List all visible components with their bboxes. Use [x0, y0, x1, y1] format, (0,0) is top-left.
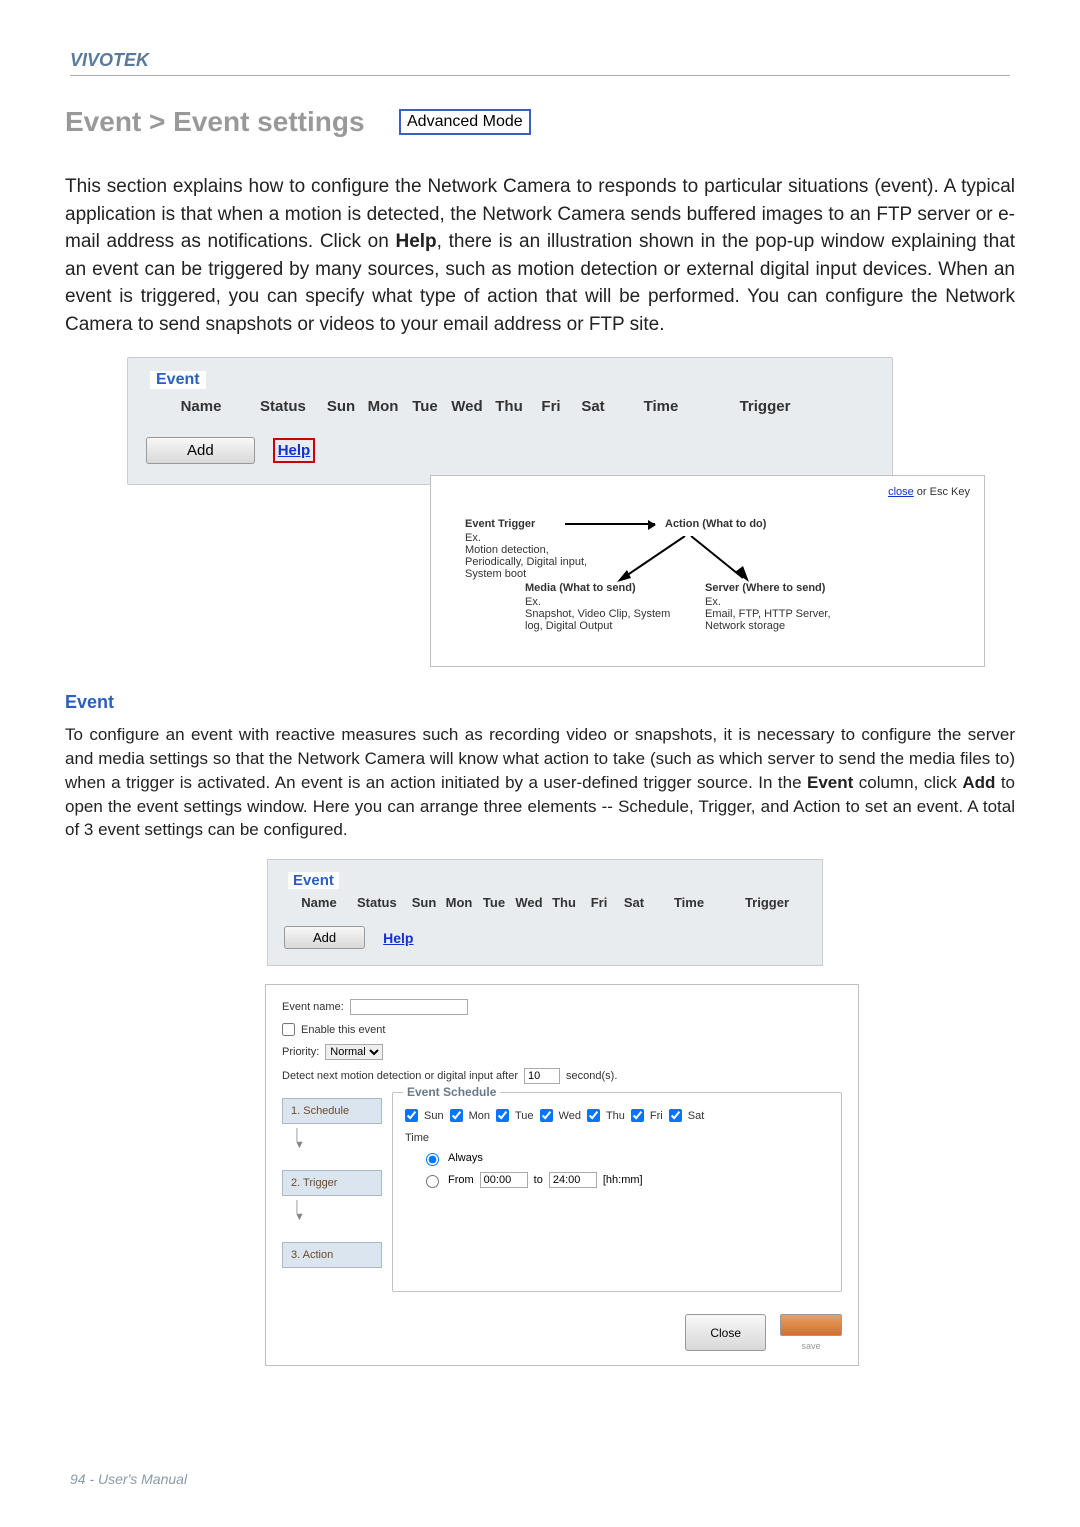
save-button[interactable] [780, 1314, 842, 1336]
step-arrow-down-icon: │▼ [294, 1202, 382, 1222]
event-panel-sm-title: Event [288, 872, 339, 889]
hhmm-hint: [hh:mm] [603, 1174, 643, 1186]
save-caption: save [780, 1341, 842, 1351]
event-schedule-title: Event Schedule [403, 1085, 500, 1099]
action-title: Action (What to do) [665, 518, 766, 530]
event-panel-small: Event Name Status Sun Mon Tue Wed Thu Fr… [267, 859, 823, 966]
help-link[interactable]: Help [273, 438, 316, 463]
event-table-header: Name Status Sun Mon Tue Wed Thu Fri Sat … [146, 398, 874, 415]
help-popup: close or Esc Key Event Trigger Ex. Motio… [430, 475, 985, 667]
time-label: Time [405, 1132, 829, 1144]
add-button-sm[interactable]: Add [284, 926, 365, 949]
day-sat-checkbox[interactable] [669, 1109, 682, 1122]
priority-select[interactable]: Normal [325, 1044, 383, 1060]
media-title: Media (What to send) [525, 582, 675, 594]
step-schedule-box[interactable]: 1. Schedule [282, 1098, 382, 1124]
day-thu-checkbox[interactable] [587, 1109, 600, 1122]
always-label: Always [448, 1152, 483, 1164]
step-action-box[interactable]: 3. Action [282, 1242, 382, 1268]
help-word: Help [395, 231, 436, 252]
help-link-sm[interactable]: Help [383, 930, 413, 946]
footer-page-number: 94 - User's Manual [70, 1471, 187, 1487]
arrow-icon [565, 523, 655, 525]
header-divider [70, 75, 1010, 76]
close-button[interactable]: Close [685, 1314, 766, 1351]
step-trigger-box[interactable]: 2. Trigger [282, 1170, 382, 1196]
diagonal-arrows-icon [617, 536, 757, 586]
event-name-input[interactable] [350, 999, 468, 1015]
add-button[interactable]: Add [146, 437, 255, 464]
event-schedule-box: Event Schedule Sun Mon Tue Wed Thu Fri S… [392, 1092, 842, 1292]
detect-label-b: second(s). [566, 1070, 617, 1082]
event-panel-title: Event [150, 371, 206, 389]
event-name-label: Event name: [282, 1001, 344, 1013]
from-label: From [448, 1174, 474, 1186]
event-body-paragraph: To configure an event with reactive meas… [65, 723, 1015, 842]
enable-event-checkbox[interactable] [282, 1023, 295, 1036]
detect-seconds-input[interactable] [524, 1068, 560, 1084]
from-time-input[interactable] [480, 1172, 528, 1188]
always-radio[interactable] [426, 1153, 439, 1166]
day-mon-checkbox[interactable] [450, 1109, 463, 1122]
detect-label-a: Detect next motion detection or digital … [282, 1070, 518, 1082]
enable-event-label: Enable this event [301, 1024, 385, 1036]
step-arrow-down-icon: │▼ [294, 1130, 382, 1150]
event-subheading: Event [65, 692, 1015, 713]
to-time-input[interactable] [549, 1172, 597, 1188]
day-fri-checkbox[interactable] [631, 1109, 644, 1122]
to-label: to [534, 1174, 543, 1186]
brand: VIVOTEK [70, 50, 1010, 71]
from-radio[interactable] [426, 1175, 439, 1188]
section-title: Event > Event settings [65, 106, 365, 138]
mode-badge: Advanced Mode [399, 109, 531, 135]
intro-paragraph: This section explains how to configure t… [65, 173, 1015, 338]
event-panel: Event Name Status Sun Mon Tue Wed Thu Fr… [127, 357, 893, 485]
day-wed-checkbox[interactable] [540, 1109, 553, 1122]
close-link[interactable]: close [888, 486, 914, 498]
esc-hint: or Esc Key [914, 486, 970, 498]
priority-label: Priority: [282, 1046, 319, 1058]
day-sun-checkbox[interactable] [405, 1109, 418, 1122]
server-title: Server (Where to send) [705, 582, 855, 594]
event-table-header-sm: Name Status Sun Mon Tue Wed Thu Fri Sat … [284, 895, 806, 910]
day-tue-checkbox[interactable] [496, 1109, 509, 1122]
event-settings-window: Event name: Enable this event Priority: … [265, 984, 859, 1366]
